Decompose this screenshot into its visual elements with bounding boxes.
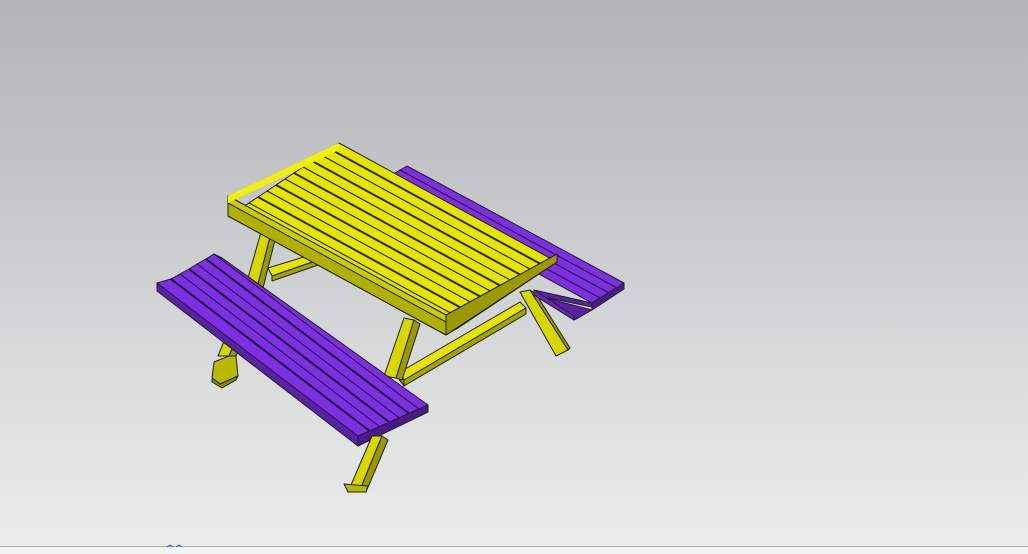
picnic-table-model[interactable] (0, 0, 1028, 554)
status-strip (0, 546, 1028, 554)
axis-triad-icon (166, 544, 183, 548)
near-front-leg (343, 435, 389, 493)
3d-viewport[interactable] (0, 0, 1028, 554)
